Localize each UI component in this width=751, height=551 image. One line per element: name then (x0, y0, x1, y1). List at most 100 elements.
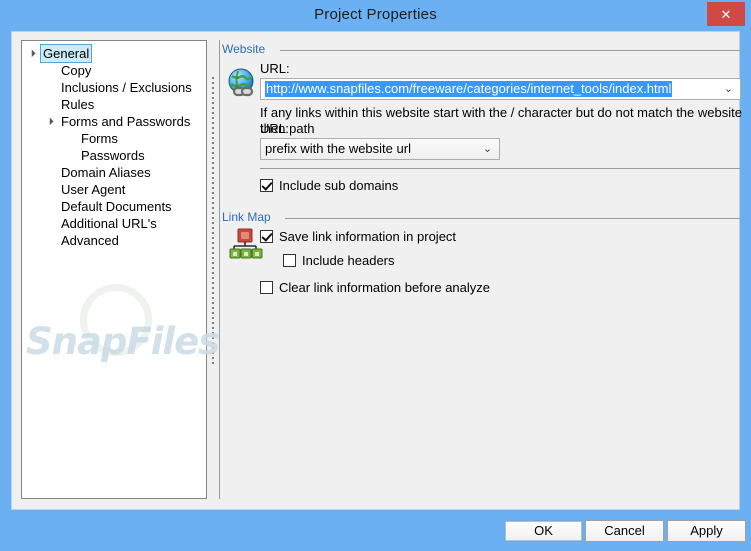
tree-item-rules[interactable]: Rules (22, 96, 206, 113)
splitter-dot (212, 97, 214, 99)
splitter-dot (212, 132, 214, 134)
splitter-handle[interactable] (212, 77, 215, 367)
include-sub-domains-label: Include sub domains (279, 178, 399, 193)
tree-item-general[interactable]: ◢ General (22, 41, 206, 63)
website-section-divider (260, 168, 741, 169)
tree-item-label: Default Documents (61, 199, 172, 214)
tree-item-forms-and-passwords[interactable]: ◢ Forms and Passwords (22, 113, 206, 130)
tree-item-passwords[interactable]: Passwords (22, 147, 206, 164)
close-icon[interactable]: ✕ (707, 2, 745, 26)
link-map-tree-icon (229, 228, 263, 260)
splitter-dot (212, 117, 214, 119)
tree-item-advanced[interactable]: Advanced (22, 232, 206, 249)
splitter-dot (212, 207, 214, 209)
tree-item-default-documents[interactable]: Default Documents (22, 198, 206, 215)
apply-button[interactable]: Apply (667, 520, 746, 542)
title-bar: Project Properties ✕ (0, 0, 751, 31)
prefix-option-value: prefix with the website url (265, 141, 411, 156)
splitter-dot (212, 332, 214, 334)
splitter-dot (212, 87, 214, 89)
url-path-hint-line1: If any links within this website start w… (260, 105, 742, 136)
tree-item-label: Additional URL's (61, 216, 157, 231)
splitter-dot (212, 327, 214, 329)
checkbox-box[interactable] (283, 254, 296, 267)
tree-item-label: Advanced (61, 233, 119, 248)
splitter-dot (212, 242, 214, 244)
settings-tree[interactable]: ◢ General Copy Inclusions / Exclusions Rules… (21, 40, 207, 499)
checkbox-box[interactable] (260, 179, 273, 192)
url-label: URL: (260, 61, 290, 76)
tree-item-additional-url-s[interactable]: Additional URL's (22, 215, 206, 232)
splitter-dot (212, 82, 214, 84)
tree-item-label: Forms and Passwords (61, 114, 191, 129)
splitter-dot (212, 142, 214, 144)
website-group-label: Website (222, 42, 266, 56)
splitter-dot (212, 222, 214, 224)
splitter-dot (212, 137, 214, 139)
ok-button[interactable]: OK (504, 520, 583, 542)
globe-link-icon (226, 68, 260, 100)
splitter-dot (212, 237, 214, 239)
tree-expander-icon[interactable]: ◢ (22, 44, 41, 63)
splitter-dot (212, 162, 214, 164)
splitter-dot (212, 322, 214, 324)
tree-item-label: Forms (81, 131, 118, 146)
tree-item-forms[interactable]: Forms (22, 130, 206, 147)
splitter-dot (212, 92, 214, 94)
splitter-dot (212, 77, 214, 79)
project-properties-dialog: Project Properties ✕ ◢ General Copy Inclusi… (0, 0, 751, 551)
splitter-dot (212, 247, 214, 249)
splitter-dot (212, 362, 214, 364)
splitter-dot (212, 312, 214, 314)
splitter-dot (212, 277, 214, 279)
tree-item-label: Passwords (81, 148, 145, 163)
tree-item-label: Domain Aliases (61, 165, 151, 180)
splitter-dot (212, 252, 214, 254)
splitter-dot (212, 317, 214, 319)
save-link-information-label: Save link information in project (279, 229, 457, 244)
link-map-group-rule (285, 218, 742, 219)
splitter-dot (212, 172, 214, 174)
splitter-dot (212, 107, 214, 109)
splitter-dot (212, 227, 214, 229)
clear-link-information-label: Clear link information before analyze (279, 280, 490, 295)
splitter-dot (212, 302, 214, 304)
splitter-dot (212, 122, 214, 124)
url-combobox[interactable]: http://www.snapfiles.com/freeware/catego… (260, 78, 741, 100)
splitter-dot (212, 342, 214, 344)
dialog-button-bar: OK Cancel Apply (0, 510, 751, 551)
tree-item-domain-aliases[interactable]: Domain Aliases (22, 164, 206, 181)
splitter-dot (212, 272, 214, 274)
splitter-dot (212, 347, 214, 349)
dialog-content-panel: ◢ General Copy Inclusions / Exclusions Rules… (11, 31, 742, 510)
tree-item-label: User Agent (61, 182, 126, 197)
url-path-hint-line2: then: (260, 121, 289, 136)
chevron-down-icon[interactable]: ⌄ (481, 142, 494, 156)
splitter-dot (212, 337, 214, 339)
splitter-dot (212, 307, 214, 309)
splitter-dot (212, 287, 214, 289)
splitter-dot (212, 262, 214, 264)
tree-item-user-agent[interactable]: User Agent (22, 181, 206, 198)
url-input-value[interactable]: http://www.snapfiles.com/freeware/catego… (265, 81, 673, 97)
website-group-rule (280, 50, 742, 51)
tree-expander-icon[interactable]: ◢ (40, 112, 59, 131)
tree-item-inclusions-exclusions[interactable]: Inclusions / Exclusions (22, 79, 206, 96)
tree-item-copy[interactable]: Copy (22, 62, 206, 79)
splitter-dot (212, 217, 214, 219)
splitter-dot (212, 167, 214, 169)
link-map-group-label: Link Map (222, 210, 271, 224)
splitter-dot (212, 257, 214, 259)
splitter-dot (212, 297, 214, 299)
splitter-dot (212, 202, 214, 204)
splitter-dot (212, 282, 214, 284)
checkbox-box[interactable] (260, 281, 273, 294)
splitter-dot (212, 102, 214, 104)
tree-item-label: Inclusions / Exclusions (61, 80, 192, 95)
cancel-button[interactable]: Cancel (585, 520, 664, 542)
checkbox-box[interactable] (260, 230, 273, 243)
prefix-option-combobox[interactable]: prefix with the website url ⌄ (260, 138, 500, 160)
chevron-down-icon[interactable]: ⌄ (722, 82, 735, 96)
splitter-dot (212, 147, 214, 149)
splitter-dot (212, 187, 214, 189)
